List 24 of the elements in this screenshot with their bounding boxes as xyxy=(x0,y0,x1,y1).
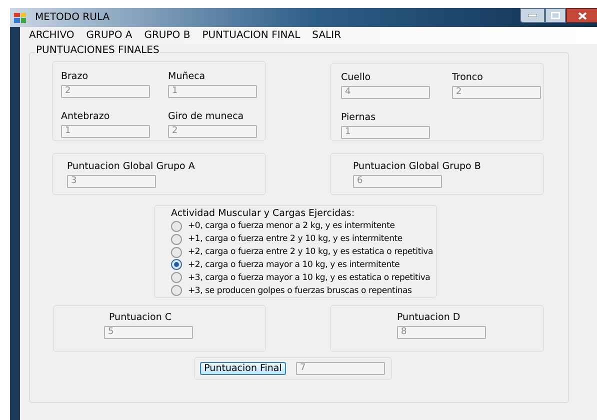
menu-item[interactable]: SALIR xyxy=(306,28,348,42)
field-label: Cuello xyxy=(341,72,372,84)
field-label: Puntuacion D xyxy=(397,312,462,324)
field-label: Brazo xyxy=(61,71,90,83)
field-label: Antebrazo xyxy=(61,111,111,123)
field-label: Actividad Muscular y Cargas Ejercidas: xyxy=(171,208,356,220)
field-label: Muñeca xyxy=(168,71,206,83)
field-label: Puntuacion Global Grupo B xyxy=(353,161,482,173)
field-label: Puntuacion C xyxy=(109,312,172,324)
radio-label[interactable]: +0, carga o fuerza menor a 2 kg, y es intermitente xyxy=(188,220,395,232)
menu-item[interactable]: GRUPO B xyxy=(138,28,196,42)
field-label: Piernas xyxy=(341,112,377,124)
window-title: METODO RULA xyxy=(35,11,110,25)
menu-item[interactable]: ARCHIVO xyxy=(23,28,80,42)
field-label: Tronco xyxy=(452,72,484,84)
field-label: Giro de muneca xyxy=(168,111,245,123)
menu-item[interactable]: PUNTUACION FINAL xyxy=(196,28,306,42)
menu-item[interactable]: GRUPO A xyxy=(80,28,138,42)
radio-label[interactable]: +3, carga o fuerza mayor a 10 kg, y es estatica o repetitiva xyxy=(188,272,430,284)
radio-label[interactable]: +2, carga o fuerza entre 2 y 10 kg, y es estatica o repetitiva xyxy=(188,246,433,258)
radio-label[interactable]: +2, carga o fuerza mayor a 10 kg, y es intermitente xyxy=(188,258,400,271)
radio-label[interactable]: +1, carga o fuerza entre 2 y 10 kg, y es intermitente xyxy=(188,233,402,246)
radio-label[interactable]: +3, se producen golpes o fuerzas bruscas o repentinas xyxy=(188,284,412,297)
field-label: Puntuacion Global Grupo A xyxy=(67,161,196,173)
